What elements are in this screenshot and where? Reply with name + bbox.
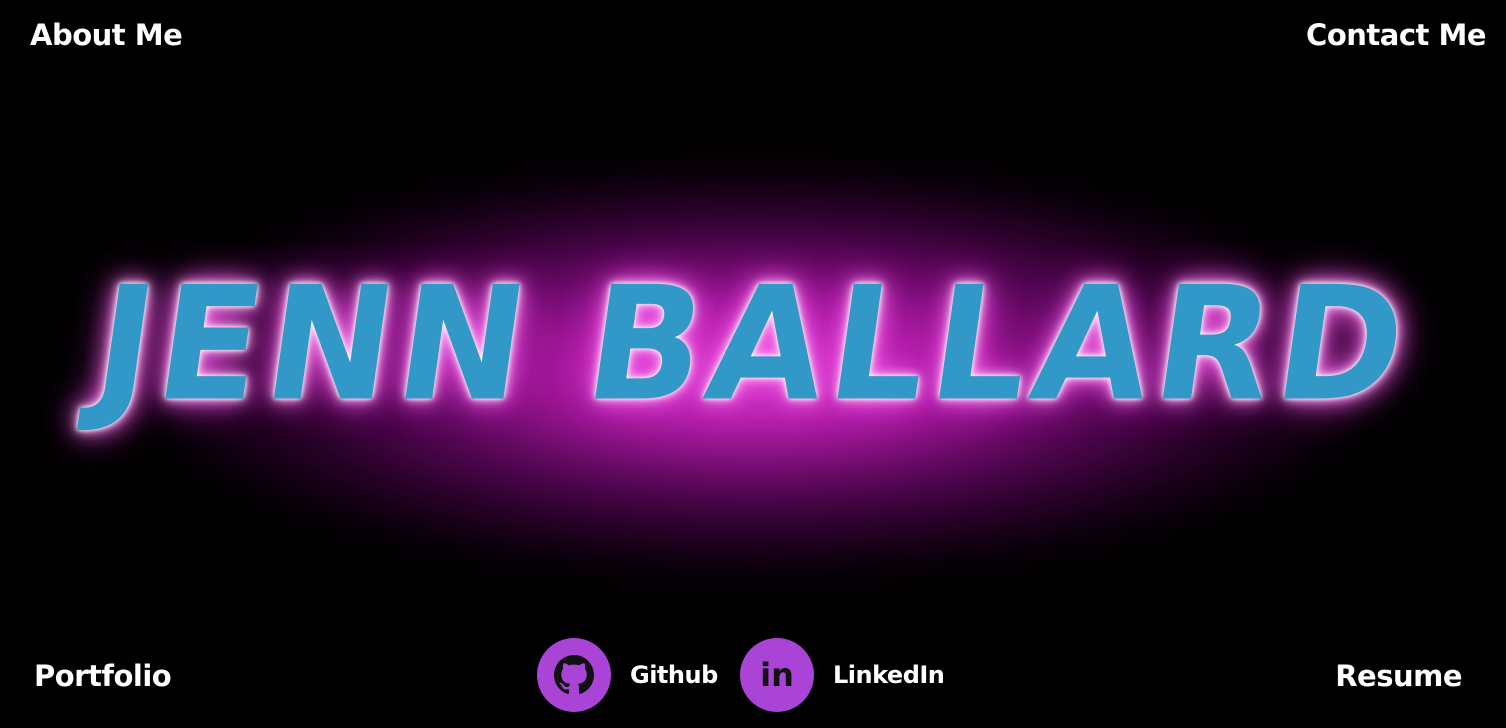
github-label[interactable]: Github [630, 661, 718, 689]
hero-name-title: JENN BALLARD [84, 253, 1422, 437]
linkedin-icon: in [760, 656, 794, 694]
nav-contact-me-link[interactable]: Contact Me [1306, 18, 1486, 52]
github-icon-circle[interactable] [537, 638, 611, 712]
linkedin-link[interactable]: in LinkedIn [740, 638, 945, 712]
nav-portfolio-link[interactable]: Portfolio [34, 659, 172, 693]
linkedin-label[interactable]: LinkedIn [833, 661, 945, 689]
github-link[interactable]: Github [537, 638, 718, 712]
nav-about-me-link[interactable]: About Me [30, 18, 183, 52]
linkedin-icon-circle[interactable]: in [740, 638, 814, 712]
github-icon [554, 655, 594, 695]
nav-resume-link[interactable]: Resume [1335, 659, 1462, 693]
